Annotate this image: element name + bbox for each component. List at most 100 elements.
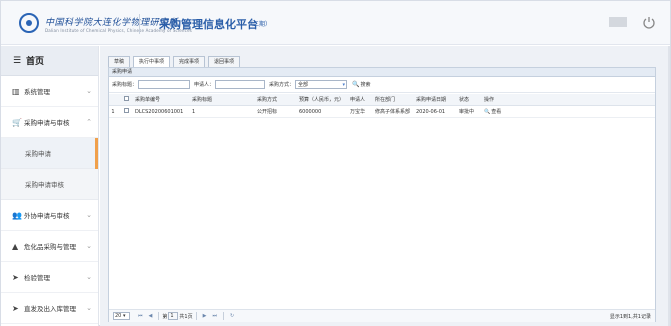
column-header[interactable]: 状态 — [457, 96, 482, 103]
sidebar-subitem-label: 采购申请 — [25, 150, 51, 158]
cell-applicant: 万宝华 — [350, 109, 366, 115]
search-icon: 🔍 — [484, 108, 491, 115]
chevron-up-icon: ⌃ — [86, 118, 92, 126]
chevron-down-icon: ⌄ — [86, 87, 92, 95]
menu-list-icon: ☰ — [13, 55, 22, 66]
filter-bar: 采购标题： 申请人： 采购方式： 全部 ▾ 🔍 搜索 — [109, 77, 655, 93]
tab-draft[interactable]: 草稿 — [108, 56, 131, 67]
tab-returned[interactable]: 退回事项 — [208, 56, 241, 67]
prev-page-icon[interactable]: ◀ — [149, 313, 153, 319]
method-filter-value: 全部 — [298, 82, 309, 88]
sidebar-item-label: 采购申请与审核 — [24, 119, 70, 127]
sidebar-item-purchase[interactable]: 🛒 采购申请与审核 ⌃ — [1, 107, 98, 138]
sidebar-item-label: 系统管理 — [24, 88, 50, 96]
institute-logo — [19, 13, 39, 33]
applicant-filter-input[interactable] — [215, 80, 266, 89]
app-window: 中国科学院大连化学物理研究所 Dalian Institute of Chemi… — [0, 0, 671, 326]
tab-completed[interactable]: 完成事项 — [173, 56, 206, 67]
cell-method: 公开招标 — [257, 109, 278, 115]
pager-divider — [158, 312, 160, 320]
refresh-icon[interactable]: ↻ — [230, 313, 234, 319]
select-all-checkbox-cell — [117, 96, 133, 103]
applicant-filter-label: 申请人： — [194, 82, 215, 88]
page-size-select[interactable]: 20 ▾ — [113, 312, 130, 320]
cell-status: 审批中 — [459, 109, 475, 115]
cell-order-number: DLCS20200601001 — [135, 108, 184, 115]
purchase-table: 采购单编号 采购标题 采购方式 预算（人民币，元） 申请人 所在部门 采购申请日… — [109, 94, 655, 118]
column-header[interactable]: 预算（人民币，元） — [297, 96, 348, 103]
sidebar-item-inspection[interactable]: ➤ 检验管理 ⌄ — [1, 262, 98, 293]
header-divider — [139, 14, 140, 34]
pagination-bar: 20 ▾ ⏮ ◀ 第 1 共1页 ▶ ⏭ ↻ 显示1到1,共1记录 — [109, 309, 655, 322]
pager-divider — [222, 312, 224, 320]
user-avatar-blurred[interactable] — [609, 17, 627, 27]
tab-in-progress[interactable]: 执行中事项 — [133, 56, 171, 67]
row-checkbox-cell — [117, 108, 133, 115]
sidebar-item-delivery[interactable]: ➤ 直发及出入库管理 ⌄ — [1, 293, 98, 324]
column-header[interactable]: 采购单编号 — [133, 96, 190, 103]
page-prefix: 第 — [162, 313, 168, 320]
warning-icon: ▲ — [12, 241, 19, 251]
system-icon: ▥ — [12, 86, 20, 96]
system-title: 采购管理信息化平台 — [159, 18, 258, 31]
method-filter-select[interactable]: 全部 ▾ — [295, 80, 348, 89]
row-checkbox[interactable] — [123, 108, 129, 113]
page-size-value: 20 — [115, 313, 122, 319]
power-icon[interactable] — [641, 14, 657, 30]
sidebar-subitem-label: 采购申请审核 — [25, 181, 64, 189]
chevron-down-icon: ⌄ — [86, 242, 92, 250]
cell-budget: 6000000 — [299, 108, 322, 115]
system-version: （二期） — [247, 21, 272, 28]
search-icon: 🔍 — [352, 81, 360, 88]
last-page-icon[interactable]: ⏭ — [212, 313, 217, 319]
column-header[interactable]: 申请人 — [348, 96, 373, 103]
cell-department: 修高子体系系部 — [375, 109, 411, 115]
panel-title: 采购申请 — [109, 68, 655, 77]
column-header[interactable]: 采购申请日期 — [414, 96, 457, 103]
view-link-label: 查看 — [491, 109, 502, 115]
sidebar: ☰ 首页 ▥ 系统管理 ⌄ 🛒 采购申请与审核 ⌃ 采购申请 采购申请审核 👥 … — [1, 46, 99, 326]
table-header-row: 采购单编号 采购标题 采购方式 预算（人民币，元） 申请人 所在部门 采购申请日… — [109, 94, 655, 106]
title-filter-label: 采购标题： — [112, 82, 138, 88]
cell-action: 🔍 查看 — [482, 108, 542, 116]
purchase-request-panel: 采购申请 采购标题： 申请人： 采购方式： 全部 ▾ 🔍 搜索 采购单编号 采购… — [108, 67, 656, 322]
chevron-down-icon: ⌄ — [86, 304, 92, 312]
sidebar-subitem-purchase-review[interactable]: 采购申请审核 — [1, 169, 98, 200]
next-page-icon[interactable]: ▶ — [203, 313, 207, 319]
title-filter-input[interactable] — [138, 80, 191, 89]
sidebar-item-label: 外协申请与审核 — [24, 212, 70, 220]
select-all-checkbox[interactable] — [123, 96, 129, 101]
sidebar-subitem-purchase-request[interactable]: 采购申请 — [1, 138, 98, 169]
method-filter-label: 采购方式： — [269, 82, 295, 88]
column-header[interactable]: 采购方式 — [255, 96, 297, 103]
column-header: 操作 — [484, 97, 495, 103]
sidebar-item-system[interactable]: ▥ 系统管理 ⌄ — [1, 76, 98, 107]
first-page-icon[interactable]: ⏮ — [138, 313, 143, 319]
team-icon: 👥 — [12, 210, 22, 220]
pager-info: 显示1到1,共1记录 — [609, 313, 651, 320]
delivery-icon: ➤ — [12, 303, 19, 313]
chevron-down-icon: ▾ — [342, 82, 346, 88]
cell-date: 2020-06-01 — [416, 108, 446, 115]
sidebar-item-label: 危化品采购与管理 — [24, 243, 76, 251]
sidebar-home-label: 首页 — [26, 57, 45, 67]
page-suffix: 共1页 — [179, 313, 193, 320]
main-content: 草稿 执行中事项 完成事项 退回事项 采购申请 采购标题： 申请人： 采购方式：… — [100, 46, 670, 326]
chevron-down-icon: ⌄ — [86, 211, 92, 219]
top-header: 中国科学院大连化学物理研究所 Dalian Institute of Chemi… — [1, 1, 670, 45]
column-header[interactable]: 所在部门 — [373, 96, 414, 103]
sidebar-item-hazardous[interactable]: ▲ 危化品采购与管理 ⌄ — [1, 231, 98, 262]
column-header[interactable]: 采购标题 — [190, 96, 255, 103]
page-number-input[interactable]: 1 — [168, 312, 179, 320]
cart-icon: 🛒 — [12, 117, 22, 127]
search-button[interactable]: 🔍 搜索 — [352, 81, 371, 88]
view-link[interactable]: 🔍 查看 — [484, 108, 502, 116]
sidebar-item-outsourcing[interactable]: 👥 外协申请与审核 ⌄ — [1, 200, 98, 231]
cell-title: 1 — [192, 108, 196, 115]
search-button-label: 搜索 — [360, 82, 371, 88]
table-row[interactable]: 1 DLCS20200601001 1 公开招标 6000000 万宝华 修高子… — [109, 106, 655, 118]
sidebar-item-label: 检验管理 — [24, 274, 50, 282]
sidebar-home[interactable]: ☰ 首页 — [1, 46, 98, 76]
window-scrollbar[interactable] — [668, 46, 670, 326]
chevron-down-icon: ⌄ — [86, 273, 92, 281]
